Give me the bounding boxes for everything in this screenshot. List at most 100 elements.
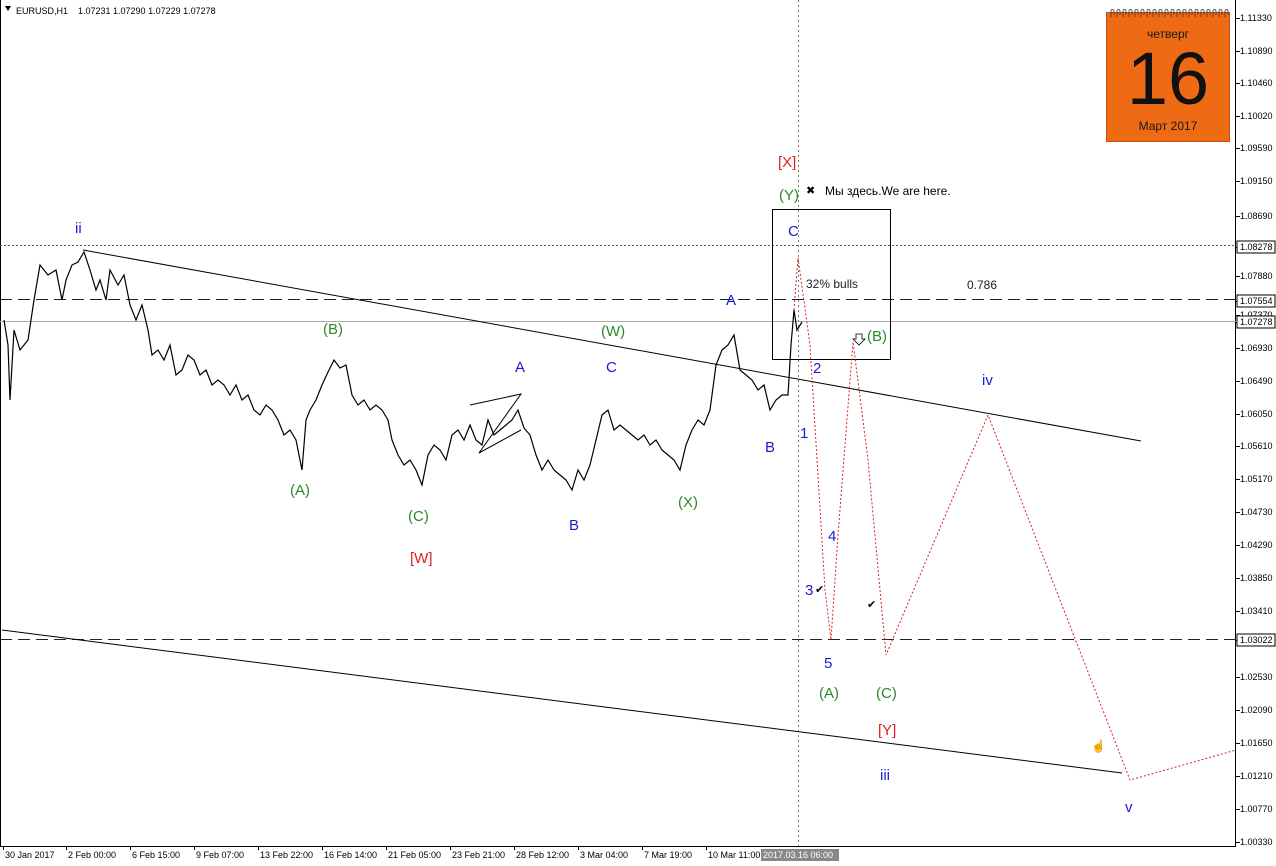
bulls-annotation: 32% bulls	[806, 277, 858, 291]
wave-label: C	[788, 223, 799, 240]
calendar-day-number: 16	[1126, 37, 1210, 120]
wave-label: 2	[813, 360, 821, 377]
price-tick-label: 1.06050	[1240, 409, 1273, 419]
wave-labels: ii (A) (B) (C) [W] A B (W) C (X) A B C […	[75, 154, 1133, 816]
check-icon: ✔	[867, 599, 876, 611]
wave-label: [Y]	[878, 722, 896, 739]
price-series	[3, 250, 803, 492]
calendar-rings-icon	[1110, 9, 1229, 17]
price-tick-label: 1.03410	[1240, 606, 1273, 616]
calendar-ring	[1110, 9, 1115, 17]
calendar-ring	[1176, 9, 1181, 17]
wave-label: 1	[800, 425, 808, 442]
wave-label: ii	[75, 220, 82, 237]
wave-label: iv	[982, 372, 993, 389]
wave-label: 5	[824, 655, 832, 672]
price-tick-label: 1.02530	[1240, 672, 1273, 682]
calendar-ring	[1200, 9, 1205, 17]
time-axis[interactable]: 30 Jan 2017 2 Feb 00:00 6 Feb 15:00 9 Feb 0…	[3, 846, 761, 860]
price-tick-label: 1.09150	[1240, 176, 1273, 186]
calendar-ring	[1218, 9, 1223, 17]
projection-path	[797, 257, 1237, 781]
wave-label: B	[569, 517, 579, 534]
wave-label: C	[606, 359, 617, 376]
here-annotation: Мы здесь.We are here.	[825, 184, 951, 198]
wave-label: (W)	[601, 323, 625, 340]
calendar-widget: четверг 16 Март 2017	[1106, 9, 1230, 142]
calendar-ring	[1116, 9, 1121, 17]
price-axis[interactable]: 1.11330 1.10890 1.10460 1.10020 1.09590 1.091…	[1236, 13, 1276, 847]
current-time-label: 2017.03.16 06:00	[763, 850, 833, 860]
calendar-ring	[1152, 9, 1157, 17]
price-level-label: 1.08278	[1240, 242, 1273, 252]
wave-label: (B)	[323, 321, 343, 338]
time-tick-label: 16 Feb 14:00	[324, 850, 377, 860]
price-tick-label: 1.01650	[1240, 738, 1273, 748]
price-tick-label: 1.01210	[1240, 771, 1273, 781]
price-tick-label: 1.04730	[1240, 507, 1273, 517]
wave-label: (C)	[408, 508, 429, 525]
wave-label: 4	[828, 528, 836, 545]
wave-label: [W]	[410, 550, 433, 567]
time-tick-label: 3 Mar 04:00	[580, 850, 628, 860]
time-tick-label: 2 Feb 00:00	[68, 850, 116, 860]
wave-label: (A)	[290, 482, 310, 499]
hand-pointer-icon: ☝	[1091, 738, 1106, 753]
symbol-menu-icon[interactable]	[5, 6, 11, 11]
calendar-ring	[1182, 9, 1187, 17]
calendar-ring	[1134, 9, 1139, 17]
price-level-label: 1.07554	[1240, 296, 1273, 306]
price-tick-label: 1.11330	[1240, 13, 1272, 23]
wave-label: iii	[880, 767, 890, 784]
wave-label: B	[765, 439, 775, 456]
check-icon: ✔	[815, 584, 824, 596]
price-tick-label: 1.06490	[1240, 376, 1273, 386]
wave-label: A	[726, 292, 736, 309]
time-tick-label: 9 Feb 07:00	[196, 850, 244, 860]
calendar-ring	[1122, 9, 1127, 17]
price-level-label: 1.03022	[1240, 635, 1273, 645]
time-tick-label: 30 Jan 2017	[5, 850, 55, 860]
wedge-lines[interactable]	[469, 393, 523, 454]
calendar-ring	[1188, 9, 1193, 17]
calendar-month-year: Март 2017	[1138, 119, 1198, 133]
calendar-ring	[1170, 9, 1175, 17]
price-tick-label: 1.06930	[1240, 343, 1273, 353]
projection-path-start	[793, 257, 799, 311]
price-tick-label: 1.09590	[1240, 143, 1273, 153]
calendar-ring	[1164, 9, 1169, 17]
price-tick-label: 1.02090	[1240, 705, 1273, 715]
calendar-ring	[1212, 9, 1217, 17]
time-tick-label: 23 Feb 21:00	[452, 850, 505, 860]
calendar-ring	[1158, 9, 1163, 17]
time-tick-label: 6 Feb 15:00	[132, 850, 180, 860]
wave-label: (X)	[678, 494, 698, 511]
price-tick-label: 1.08690	[1240, 211, 1273, 221]
price-tick-label: 1.05170	[1240, 474, 1273, 484]
calendar-ring	[1140, 9, 1145, 17]
calendar-ring	[1194, 9, 1199, 17]
time-tick-label: 13 Feb 22:00	[260, 850, 313, 860]
here-marker-icon: ✖	[806, 185, 815, 197]
price-tick-label: 1.10020	[1240, 111, 1273, 121]
lower-trendline[interactable]	[1, 629, 1123, 774]
wave-label: (Y)	[779, 187, 799, 204]
price-tick-label: 1.10460	[1240, 78, 1273, 88]
wave-label: 3	[805, 582, 813, 599]
price-tick-label: 1.05610	[1240, 441, 1273, 451]
wave-label: v	[1125, 799, 1133, 816]
time-tick-label: 28 Feb 12:00	[516, 850, 569, 860]
price-chart[interactable]: EURUSD,H1 1.07231 1.07290 1.07229 1.0727…	[0, 0, 1276, 866]
wave-label: (B)	[867, 328, 887, 345]
wave-label: (A)	[819, 685, 839, 702]
price-tick-label: 1.03850	[1240, 573, 1273, 583]
price-tick-label: 1.04290	[1240, 540, 1273, 550]
time-tick-label: 21 Feb 05:00	[388, 850, 441, 860]
calendar-ring	[1206, 9, 1211, 17]
price-tick-label: 1.10890	[1240, 46, 1273, 56]
symbol-label: EURUSD,H1	[16, 6, 68, 16]
price-tick-label: 1.07880	[1240, 271, 1273, 281]
ohlc-values: 1.07231 1.07290 1.07229 1.07278	[78, 6, 216, 16]
price-level-label: 1.07278	[1240, 317, 1273, 327]
down-arrow-icon	[852, 333, 866, 346]
